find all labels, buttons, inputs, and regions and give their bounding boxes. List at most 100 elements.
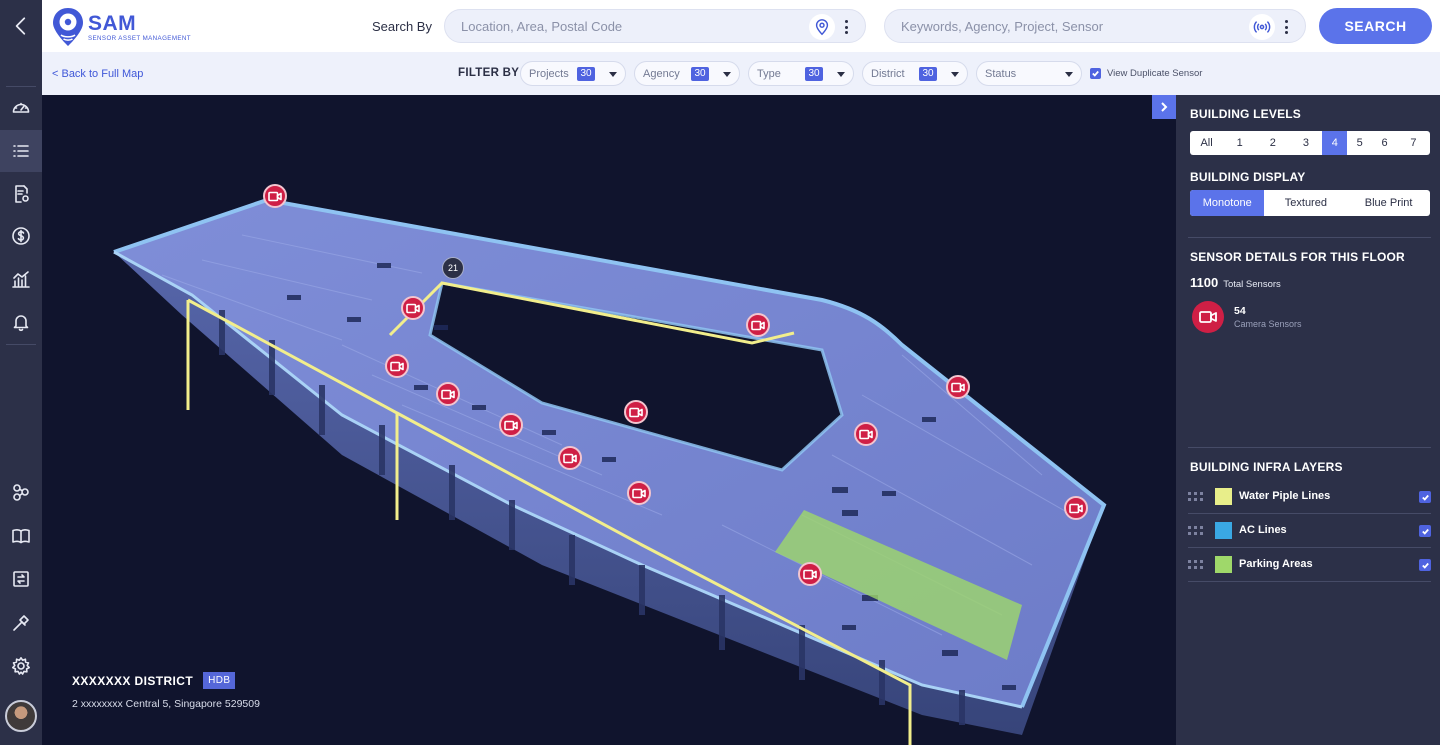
infra-layer-name: Parking Areas bbox=[1239, 558, 1313, 570]
sensor-cluster-marker[interactable]: 21 bbox=[442, 257, 464, 279]
camera-sensor-marker[interactable] bbox=[627, 481, 651, 505]
chevron-right-icon bbox=[1161, 102, 1168, 112]
left-nav-rail bbox=[0, 0, 42, 745]
user-avatar[interactable] bbox=[5, 700, 37, 732]
video-camera-icon bbox=[951, 382, 965, 392]
infra-layer-parking[interactable]: Parking Areas bbox=[1188, 548, 1431, 582]
collapse-panel-button[interactable] bbox=[1152, 95, 1176, 119]
camera-sensor-marker[interactable] bbox=[558, 446, 582, 470]
level-option-6[interactable]: 6 bbox=[1372, 131, 1397, 155]
filter-projects-count: 30 bbox=[577, 67, 595, 81]
nav-guide[interactable] bbox=[0, 515, 42, 557]
display-option-textured[interactable]: Textured bbox=[1264, 190, 1347, 216]
filter-status[interactable]: Status bbox=[976, 61, 1082, 86]
infra-layer-name: AC Lines bbox=[1239, 524, 1287, 536]
nav-finance[interactable] bbox=[0, 215, 42, 257]
filter-district[interactable]: District 30 bbox=[862, 61, 968, 86]
chevron-down-icon bbox=[951, 72, 959, 77]
filter-agency-label: Agency bbox=[643, 68, 680, 80]
nav-network[interactable] bbox=[0, 471, 42, 513]
keyword-search-options-icon[interactable] bbox=[1281, 17, 1291, 37]
parking-layer-checkbox[interactable] bbox=[1419, 559, 1431, 571]
video-camera-icon bbox=[441, 389, 455, 399]
drag-handle-icon[interactable] bbox=[1188, 492, 1204, 502]
camera-sensor-marker[interactable] bbox=[263, 184, 287, 208]
infra-layer-ac[interactable]: AC Lines bbox=[1188, 514, 1431, 548]
camera-sensor-marker[interactable] bbox=[946, 375, 970, 399]
nav-transfer[interactable] bbox=[0, 558, 42, 600]
display-option-monotone[interactable]: Monotone bbox=[1190, 190, 1265, 216]
camera-sensor-marker[interactable] bbox=[854, 422, 878, 446]
back-chevron-icon[interactable] bbox=[0, 0, 42, 52]
nav-settings[interactable] bbox=[0, 645, 42, 687]
nav-dashboard[interactable] bbox=[0, 86, 42, 128]
camera-sensor-marker[interactable] bbox=[746, 313, 770, 337]
level-option-3[interactable]: 3 bbox=[1289, 131, 1322, 155]
location-pin-icon[interactable] bbox=[809, 14, 835, 40]
nav-analytics[interactable] bbox=[0, 258, 42, 300]
camera-sensor-marker[interactable] bbox=[385, 354, 409, 378]
search-button[interactable]: SEARCH bbox=[1319, 8, 1432, 44]
water-line-swatch bbox=[1215, 488, 1232, 505]
district-title: XXXXXXX DISTRICT HDB bbox=[72, 672, 236, 689]
network-nodes-icon bbox=[13, 484, 29, 501]
video-camera-icon bbox=[504, 420, 518, 430]
app-logo[interactable]: SAM SENSOR ASSET MANAGEMENT bbox=[52, 7, 191, 47]
filter-status-label: Status bbox=[985, 68, 1017, 80]
chevron-down-icon bbox=[1065, 72, 1073, 77]
nav-list[interactable] bbox=[0, 130, 42, 172]
keyword-search-input[interactable] bbox=[901, 10, 1201, 42]
filter-type-label: Type bbox=[757, 68, 781, 80]
analytics-chart-icon bbox=[12, 271, 30, 288]
video-camera-icon bbox=[563, 453, 577, 463]
nav-alerts[interactable] bbox=[0, 301, 42, 343]
camera-sensor-marker[interactable] bbox=[624, 400, 648, 424]
location-search-options-icon[interactable] bbox=[841, 17, 851, 37]
sam-logo-mark bbox=[52, 7, 84, 47]
chevron-down-icon bbox=[609, 72, 617, 77]
level-option-5[interactable]: 5 bbox=[1347, 131, 1372, 155]
building-3d-map[interactable]: 21 XXXXXXX DISTRICT HDB 2 xxxxxxxx Centr… bbox=[42, 95, 1176, 745]
video-camera-icon bbox=[268, 191, 282, 201]
video-camera-icon bbox=[632, 488, 646, 498]
district-address: 2 xxxxxxxx Central 5, Singapore 529509 bbox=[72, 698, 260, 710]
filter-agency[interactable]: Agency 30 bbox=[634, 61, 740, 86]
keyword-search-box bbox=[884, 9, 1306, 43]
duplicate-sensor-checkbox[interactable] bbox=[1090, 68, 1101, 79]
drag-handle-icon[interactable] bbox=[1188, 560, 1204, 570]
drag-handle-icon[interactable] bbox=[1188, 526, 1204, 536]
level-option-2[interactable]: 2 bbox=[1256, 131, 1289, 155]
ac-line-swatch bbox=[1215, 522, 1232, 539]
infra-layer-water[interactable]: Water Piple Lines bbox=[1188, 480, 1431, 514]
camera-sensor-marker[interactable] bbox=[499, 413, 523, 437]
gear-icon bbox=[12, 657, 30, 675]
search-by-label: Search By bbox=[372, 19, 432, 34]
filter-projects[interactable]: Projects 30 bbox=[520, 61, 626, 86]
filter-by-label: FILTER BY bbox=[458, 67, 520, 79]
filter-type-count: 30 bbox=[805, 67, 823, 81]
camera-sensor-marker[interactable] bbox=[401, 296, 425, 320]
level-option-1[interactable]: 1 bbox=[1223, 131, 1256, 155]
filter-type[interactable]: Type 30 bbox=[748, 61, 854, 86]
camera-sensor-marker[interactable] bbox=[436, 382, 460, 406]
camera-sensor-marker[interactable] bbox=[1064, 496, 1088, 520]
sensor-signal-icon[interactable] bbox=[1249, 14, 1275, 40]
camera-sensor-icon[interactable] bbox=[1192, 301, 1224, 333]
view-duplicate-sensor-toggle[interactable]: View Duplicate Sensor bbox=[1090, 68, 1202, 79]
level-option-4[interactable]: 4 bbox=[1322, 131, 1348, 155]
level-option-all[interactable]: All bbox=[1190, 131, 1223, 155]
nav-tools[interactable] bbox=[0, 602, 42, 644]
district-tag: HDB bbox=[203, 672, 236, 689]
water-layer-checkbox[interactable] bbox=[1419, 491, 1431, 503]
level-option-7[interactable]: 7 bbox=[1397, 131, 1430, 155]
ac-layer-checkbox[interactable] bbox=[1419, 525, 1431, 537]
back-to-full-map-link[interactable]: < Back to Full Map bbox=[52, 68, 143, 80]
nav-documents[interactable] bbox=[0, 173, 42, 215]
camera-sensor-marker[interactable] bbox=[798, 562, 822, 586]
display-option-blueprint[interactable]: Blue Print bbox=[1347, 190, 1430, 216]
filter-district-count: 30 bbox=[919, 67, 937, 81]
filter-bar: < Back to Full Map FILTER BY Projects 30… bbox=[42, 52, 1440, 95]
infra-layer-name: Water Piple Lines bbox=[1239, 490, 1331, 502]
total-sensors: 1100 Total Sensors bbox=[1190, 275, 1281, 290]
location-search-input[interactable] bbox=[461, 10, 761, 42]
